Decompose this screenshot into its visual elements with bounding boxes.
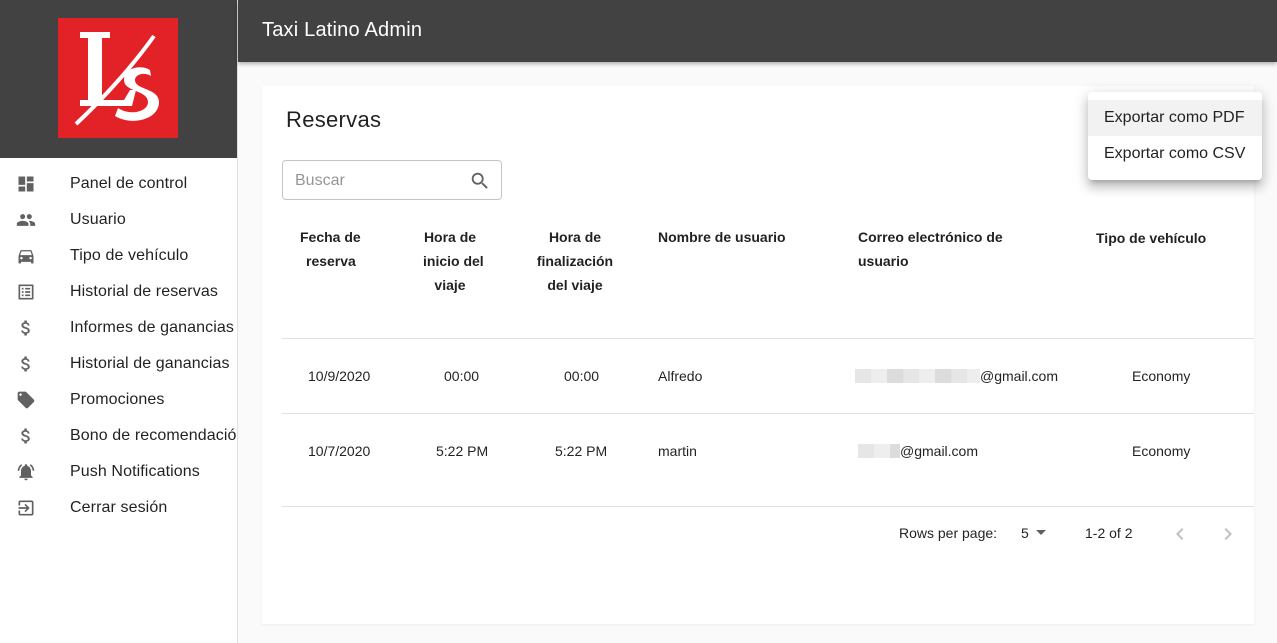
sidebar-item-tipo-de-vehiculo[interactable]: Tipo de vehículo bbox=[0, 238, 237, 274]
column-header-correo[interactable]: Correo electrónico de usuario bbox=[858, 225, 1003, 273]
sidebar-item-label: Panel de control bbox=[70, 175, 188, 192]
tag-icon bbox=[15, 390, 37, 410]
header-line: Hora de bbox=[423, 229, 477, 245]
dollar-icon bbox=[15, 318, 37, 338]
rows-per-page-label: Rows per page: bbox=[899, 525, 998, 541]
chevron-right-icon bbox=[1224, 528, 1232, 540]
header-line: Fecha de bbox=[300, 229, 361, 245]
cell-inicio: 00:00 bbox=[444, 368, 480, 384]
sidebar-item-label: Cerrar sesión bbox=[70, 499, 168, 516]
app-logo bbox=[58, 18, 178, 138]
sidebar-item-label: Historial de reservas bbox=[70, 283, 218, 300]
cell-fin: 5:22 PM bbox=[555, 443, 608, 459]
sidebar-item-historial-de-ganancias[interactable]: Historial de ganancias bbox=[0, 346, 237, 382]
table-header: Fecha de reserva Hora de inicio del viaj… bbox=[282, 221, 1254, 339]
header-line: Tipo de vehículo bbox=[1096, 230, 1207, 246]
table-row[interactable]: 10/7/2020 5:22 PM 5:22 PM martin @gmail.… bbox=[282, 414, 1254, 507]
column-header-fecha[interactable]: Fecha de reserva bbox=[300, 225, 361, 273]
sidebar-nav: Panel de control Usuario Tipo de vehícul… bbox=[0, 158, 237, 526]
redacted-email-prefix bbox=[855, 369, 980, 383]
sidebar-item-label: Usuario bbox=[70, 211, 126, 228]
dashboard-icon bbox=[15, 174, 37, 194]
sidebar-item-label: Tipo de vehículo bbox=[70, 247, 189, 264]
header-line: viaje bbox=[434, 277, 466, 293]
sidebar-item-informes-de-ganancias[interactable]: Informes de ganancias bbox=[0, 310, 237, 346]
sidebar-item-label: Historial de ganancias bbox=[70, 355, 230, 372]
logout-icon bbox=[15, 498, 37, 518]
previous-page-button[interactable] bbox=[1168, 522, 1192, 546]
app-bar: Taxi Latino Admin bbox=[238, 0, 1277, 62]
sidebar-item-panel-de-control[interactable]: Panel de control bbox=[0, 166, 237, 202]
cell-correo: @gmail.com bbox=[855, 366, 1058, 386]
bell-icon bbox=[15, 462, 37, 482]
header-line: finalización bbox=[536, 253, 614, 269]
sidebar-header bbox=[0, 0, 237, 158]
page-title: Reservas bbox=[286, 107, 382, 132]
header-line: del viaje bbox=[547, 277, 603, 293]
dollar-icon bbox=[15, 426, 37, 446]
chevron-left-icon bbox=[1176, 528, 1184, 540]
list-icon bbox=[15, 282, 37, 302]
next-page-button[interactable] bbox=[1216, 522, 1240, 546]
sidebar: Panel de control Usuario Tipo de vehícul… bbox=[0, 0, 238, 643]
car-icon bbox=[15, 246, 37, 266]
people-icon bbox=[15, 210, 37, 230]
sidebar-item-label: Promociones bbox=[70, 391, 165, 408]
header-line: Correo electrónico de bbox=[858, 229, 1003, 245]
menu-item-export-pdf[interactable]: Exportar como PDF bbox=[1088, 100, 1262, 136]
cell-tipo: Economy bbox=[1132, 368, 1191, 384]
header-line: reserva bbox=[306, 253, 356, 269]
search-input[interactable] bbox=[295, 170, 455, 192]
search-icon[interactable] bbox=[469, 170, 491, 192]
table-row[interactable]: 10/9/2020 00:00 00:00 Alfredo @gmail.com… bbox=[282, 339, 1254, 414]
redacted-email-prefix bbox=[858, 444, 900, 458]
column-header-fin[interactable]: Hora de finalización del viaje bbox=[536, 225, 614, 297]
cell-nombre: martin bbox=[658, 443, 697, 459]
cell-fecha: 10/7/2020 bbox=[308, 443, 371, 459]
sidebar-item-label: Push Notifications bbox=[70, 463, 200, 480]
header-line: inicio del bbox=[423, 253, 484, 269]
column-header-inicio[interactable]: Hora de inicio del viaje bbox=[423, 225, 484, 297]
cell-tipo: Economy bbox=[1132, 443, 1191, 459]
export-menu: Exportar como PDF Exportar como CSV bbox=[1088, 92, 1262, 180]
rows-per-page-select[interactable]: 5 bbox=[1021, 525, 1029, 541]
column-header-tipo[interactable]: Tipo de vehículo bbox=[1096, 226, 1206, 250]
sidebar-item-label: Informes de ganancias bbox=[70, 319, 234, 336]
sidebar-item-push-notifications[interactable]: Push Notifications bbox=[0, 454, 237, 490]
menu-item-export-csv[interactable]: Exportar como CSV bbox=[1088, 136, 1262, 172]
column-header-nombre[interactable]: Nombre de usuario bbox=[658, 225, 786, 249]
sidebar-item-historial-de-reservas[interactable]: Historial de reservas bbox=[0, 274, 237, 310]
search-box bbox=[282, 160, 502, 200]
header-line: usuario bbox=[858, 253, 909, 269]
dollar-icon bbox=[15, 354, 37, 374]
header-line: Hora de bbox=[548, 229, 602, 245]
sidebar-item-cerrar-sesion[interactable]: Cerrar sesión bbox=[0, 490, 237, 526]
cell-inicio: 5:22 PM bbox=[436, 443, 489, 459]
dropdown-caret-icon[interactable] bbox=[1036, 530, 1046, 535]
cell-nombre: Alfredo bbox=[658, 368, 703, 384]
app-title: Taxi Latino Admin bbox=[262, 19, 423, 41]
table-pagination: Rows per page: 5 1-2 of 2 bbox=[282, 506, 1254, 560]
sidebar-item-usuario[interactable]: Usuario bbox=[0, 202, 237, 238]
header-line: Nombre de usuario bbox=[658, 229, 786, 245]
cell-correo: @gmail.com bbox=[858, 441, 978, 461]
cell-fecha: 10/9/2020 bbox=[308, 368, 371, 384]
sidebar-item-promociones[interactable]: Promociones bbox=[0, 382, 237, 418]
cell-fin: 00:00 bbox=[564, 368, 600, 384]
email-domain: @gmail.com bbox=[900, 443, 979, 459]
sidebar-item-label: Bono de recomendació bbox=[70, 427, 237, 444]
email-domain: @gmail.com bbox=[980, 368, 1059, 384]
pagination-range: 1-2 of 2 bbox=[1085, 525, 1133, 541]
sidebar-item-bono-de-recomendacion[interactable]: Bono de recomendació bbox=[0, 418, 237, 454]
